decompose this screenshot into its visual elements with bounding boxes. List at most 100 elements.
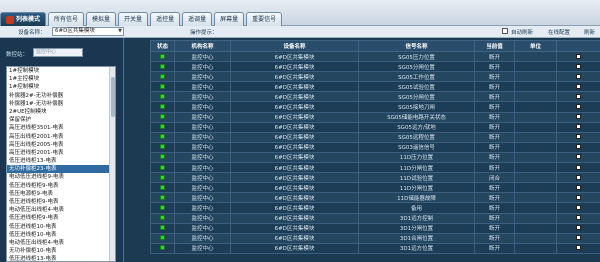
table-cell	[514, 71, 557, 83]
list-item[interactable]: 低压电源柜9-电表	[7, 190, 115, 198]
list-item[interactable]: 低压进线柜柜9-电表	[7, 198, 115, 206]
table-cell	[514, 222, 557, 234]
row-checkbox[interactable]	[576, 53, 581, 59]
row-checkbox[interactable]	[576, 215, 581, 221]
table-row[interactable]: 监控中心 6#D区共集模块 SG05储能电路开关状态 断开	[150, 111, 600, 123]
list-item[interactable]: 电动低压出线柜4-电表	[7, 239, 115, 247]
refresh-button[interactable]: 刷新	[584, 28, 595, 36]
scrollbar-thumb[interactable]	[111, 77, 115, 117]
list-item[interactable]: 补偿器1#-无功补偿器	[7, 100, 115, 108]
table-row[interactable]: 监控中心 6#D区共集模块 SG05压力位置 断开	[150, 50, 600, 63]
table-cell	[514, 91, 557, 103]
table-cell: 6#D区共集模块	[230, 101, 359, 113]
tab-1[interactable]: 所有信号	[48, 12, 85, 26]
tab-6[interactable]: 屏幕量	[214, 12, 245, 26]
list-item[interactable]: 2#UE控制模块	[7, 108, 115, 116]
table-row[interactable]: 监控中心 6#D区共集模块 11D试验位置 闭合	[150, 172, 600, 184]
table-row[interactable]: 监控中心 6#D区共集模块 3D1远方位置 断开	[150, 242, 600, 254]
table-row[interactable]: 监控中心 6#D区共集模块 SG05远程位置 断开	[150, 131, 600, 143]
table-row[interactable]: 监控中心 6#D区共集模块 3D1合闸位置 断开	[150, 232, 600, 244]
row-checkbox[interactable]	[576, 134, 581, 140]
tab-5[interactable]: 遥调量	[182, 12, 213, 26]
list-item[interactable]: 低压进线柜柜9-电表	[7, 214, 115, 222]
status-led-icon	[160, 134, 165, 140]
tab-4[interactable]: 遥控量	[150, 12, 181, 26]
status-cell	[150, 222, 175, 234]
table-row[interactable]: 监控中心 6#D区共集模块 3D1远方控制 断开	[150, 212, 600, 224]
table-row[interactable]: 监控中心 6#D区共集模块 11D储能器故障 断开	[150, 192, 600, 204]
select-cell	[556, 101, 600, 113]
row-checkbox[interactable]	[576, 114, 581, 120]
list-item[interactable]: 低压进线柜13-电表	[7, 157, 115, 165]
list-item[interactable]: 高压出线柜2001-电表	[7, 133, 115, 141]
row-checkbox[interactable]	[576, 124, 581, 130]
table-row[interactable]: 监控中心 6#D区共集模块 备用 断开	[150, 202, 600, 214]
list-item[interactable]: 无功补偿柜23-电表	[7, 165, 115, 174]
row-checkbox[interactable]	[576, 154, 581, 160]
row-checkbox[interactable]	[576, 73, 581, 79]
list-item[interactable]: 低压进线柜13-电表	[7, 255, 115, 261]
select-cell	[556, 162, 600, 174]
tab-bar: 列表模式 所有信号 模拟量 开关量 遥控量 遥调量 屏幕量 重要信号	[0, 0, 600, 26]
list-item[interactable]: 1#控制模块	[7, 67, 115, 75]
chevron-down-icon: ▼	[118, 28, 122, 34]
table-row[interactable]: 监控中心 6#D区共集模块 11D压力位置 断开	[150, 151, 600, 164]
row-checkbox[interactable]	[576, 245, 581, 251]
row-checkbox[interactable]	[576, 174, 581, 180]
row-checkbox[interactable]	[576, 104, 581, 110]
list-item[interactable]: 高压进线柜3501-电表	[7, 124, 115, 132]
column-header: 设备名称	[230, 40, 359, 52]
list-item[interactable]: 低压进线柜10-电表	[7, 231, 115, 239]
list-item[interactable]: 保留保护	[7, 116, 115, 124]
table-row[interactable]: 监控中心 6#D区共集模块 SG05工作位置 断开	[150, 71, 600, 83]
tab-3[interactable]: 开关量	[118, 12, 149, 26]
table-row[interactable]: 监控中心 6#D区共集模块 3D1分闸位置 断开	[150, 222, 600, 234]
list-item[interactable]: 低压进线柜10-电表	[7, 223, 115, 231]
list-item[interactable]: 电动低压出线柜4-电表	[7, 206, 115, 214]
row-checkbox[interactable]	[576, 235, 581, 241]
row-checkbox[interactable]	[576, 63, 581, 69]
row-checkbox[interactable]	[576, 225, 581, 231]
table-cell: 6#D区共集模块	[230, 202, 359, 214]
list-scrollbar[interactable]	[109, 67, 115, 261]
select-cell	[556, 71, 600, 83]
tab-7[interactable]: 重要信号	[246, 12, 283, 26]
list-item[interactable]: 低压进线柜柜9-电表	[7, 182, 115, 190]
tab-0[interactable]: 列表模式	[0, 12, 47, 26]
column-header: 机构名称	[174, 40, 231, 52]
row-checkbox[interactable]	[576, 194, 581, 200]
table-cell: 6#D区共集模块	[230, 121, 359, 133]
table-cell: 监控中心	[174, 101, 231, 113]
list-item[interactable]: 电动低压进线柜9-电表	[7, 173, 115, 181]
row-checkbox[interactable]	[576, 164, 581, 170]
list-item[interactable]: 高压进线柜2001-电表	[7, 149, 115, 157]
table-cell: SG03遥信信号	[358, 141, 475, 153]
table-cell: 断开	[474, 61, 515, 73]
row-checkbox[interactable]	[576, 184, 581, 190]
device-select[interactable]: 6#D区共集模块 ▼	[52, 27, 124, 36]
table-row[interactable]: 监控中心 6#D区共集模块 11D分闸位置 断开	[150, 162, 600, 174]
table-row[interactable]: 监控中心 6#D区共集模块 SG05远方/就地 断开	[150, 121, 600, 133]
table-row[interactable]: 监控中心 6#D区共集模块 SG03遥信信号 断开	[150, 141, 600, 153]
auto-refresh-checkbox[interactable]	[502, 28, 508, 34]
list-item[interactable]: 补偿器2#-无功补偿器	[7, 92, 115, 100]
table-cell	[514, 182, 557, 194]
tab-label: 屏幕量	[220, 16, 239, 23]
list-item[interactable]: 1#控制模块	[7, 83, 115, 91]
row-checkbox[interactable]	[576, 83, 581, 89]
row-checkbox[interactable]	[576, 204, 581, 210]
status-led-icon	[160, 174, 165, 180]
list-item[interactable]: 高压出线柜2005-电表	[7, 141, 115, 149]
table-row[interactable]: 监控中心 6#D区共集模块 SG05分闸位置 断开	[150, 91, 600, 103]
table-row[interactable]: 监控中心 6#D区共集模块 11D分闸位置 断开	[150, 182, 600, 194]
row-checkbox[interactable]	[576, 144, 581, 150]
table-row[interactable]: 监控中心 6#D区共集模块 SG05接地刀闸 断开	[150, 101, 600, 113]
tab-2[interactable]: 模拟量	[86, 12, 117, 26]
table-row[interactable]: 监控中心 6#D区共集模块 SG05试验位置 断开	[150, 81, 600, 93]
list-item[interactable]: 1#主控模块	[7, 75, 115, 83]
row-checkbox[interactable]	[576, 93, 581, 99]
table-row[interactable]: 监控中心 6#D区共集模块 SG05分闸位置 断开	[150, 61, 600, 73]
online-config-button[interactable]: 在线配置	[548, 28, 570, 36]
filter-input[interactable]: 监控中心	[33, 48, 83, 57]
list-item[interactable]: 无功补偿柜10-电表	[7, 247, 115, 255]
